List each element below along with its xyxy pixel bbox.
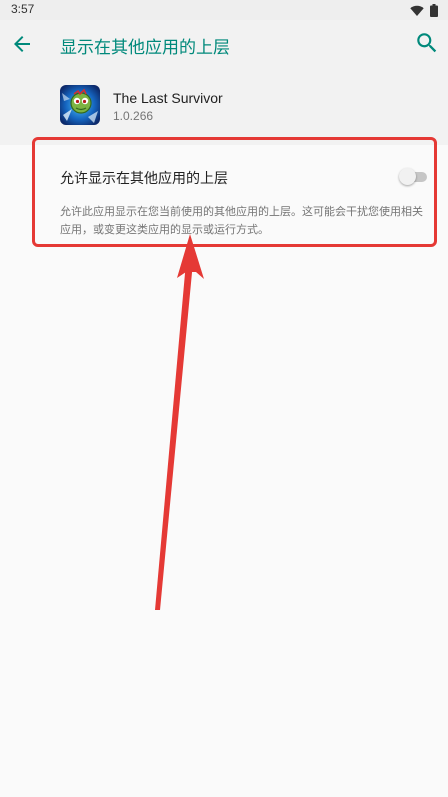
permission-content: 允许显示在其他应用的上层 允许此应用显示在您当前使用的其他应用的上层。这可能会干… (0, 145, 448, 797)
back-button[interactable] (10, 32, 34, 56)
arrow-left-icon (14, 36, 30, 52)
battery-icon (430, 4, 438, 17)
permission-label: 允许显示在其他应用的上层 (60, 171, 228, 187)
permission-toggle-row[interactable]: 允许显示在其他应用的上层 (0, 153, 448, 201)
permission-switch[interactable] (399, 167, 427, 187)
app-name: The Last Survivor (113, 90, 223, 106)
search-button[interactable] (414, 30, 440, 56)
switch-thumb (399, 168, 416, 185)
status-icons (410, 4, 438, 17)
status-time: 3:57 (11, 2, 35, 16)
search-icon (417, 33, 437, 53)
game-logo-icon (60, 85, 100, 125)
app-header: The Last Survivor 1.0.266 (0, 68, 448, 145)
app-version: 1.0.266 (113, 109, 154, 123)
status-bar: 3:57 (0, 0, 448, 20)
toolbar: 显示在其他应用的上层 (0, 20, 448, 68)
app-icon (60, 85, 100, 125)
wifi-icon (410, 5, 424, 16)
permission-description: 允许此应用显示在您当前使用的其他应用的上层。这可能会干扰您使用相关应用，或变更这… (60, 205, 423, 236)
page-title: 显示在其他应用的上层 (60, 38, 230, 58)
